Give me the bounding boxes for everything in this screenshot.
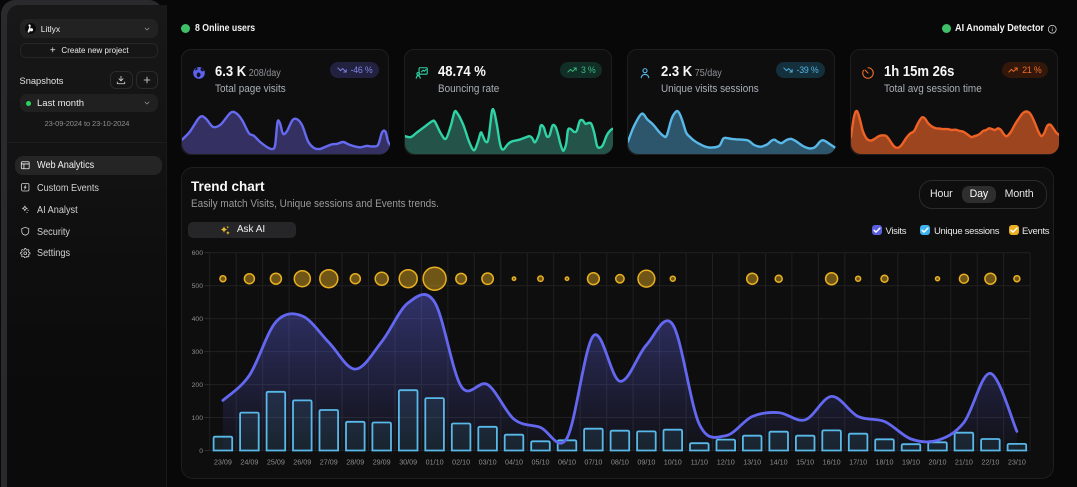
svg-text:24/09: 24/09 (240, 458, 258, 467)
svg-text:0: 0 (199, 448, 203, 455)
svg-text:08/10: 08/10 (611, 458, 629, 467)
svg-text:10/10: 10/10 (664, 458, 682, 467)
svg-text:03/10: 03/10 (479, 458, 497, 467)
svg-text:19/10: 19/10 (902, 458, 920, 467)
svg-text:17/10: 17/10 (849, 458, 867, 467)
svg-text:06/10: 06/10 (558, 458, 576, 467)
svg-text:200: 200 (192, 382, 204, 389)
svg-text:22/10: 22/10 (981, 458, 999, 467)
svg-text:26/09: 26/09 (293, 458, 311, 467)
svg-text:14/10: 14/10 (770, 458, 788, 467)
svg-text:400: 400 (192, 316, 204, 323)
svg-text:04/10: 04/10 (505, 458, 523, 467)
svg-text:20/10: 20/10 (929, 458, 947, 467)
svg-text:11/10: 11/10 (691, 458, 708, 467)
svg-text:300: 300 (192, 349, 204, 356)
svg-text:05/10: 05/10 (532, 458, 550, 467)
svg-text:02/10: 02/10 (452, 458, 470, 467)
svg-text:23/09: 23/09 (214, 458, 232, 467)
svg-text:28/09: 28/09 (346, 458, 364, 467)
svg-text:600: 600 (192, 250, 204, 257)
svg-text:500: 500 (192, 283, 204, 290)
svg-text:100: 100 (192, 415, 204, 422)
svg-text:09/10: 09/10 (637, 458, 655, 467)
svg-text:18/10: 18/10 (876, 458, 894, 467)
svg-text:23/10: 23/10 (1008, 458, 1026, 467)
svg-text:29/09: 29/09 (373, 458, 391, 467)
svg-text:07/10: 07/10 (584, 458, 602, 467)
svg-text:16/10: 16/10 (823, 458, 841, 467)
svg-text:30/09: 30/09 (399, 458, 417, 467)
svg-text:01/10: 01/10 (426, 458, 444, 467)
svg-text:21/10: 21/10 (955, 458, 973, 467)
svg-text:12/10: 12/10 (717, 458, 735, 467)
svg-text:25/09: 25/09 (267, 458, 285, 467)
svg-text:27/09: 27/09 (320, 458, 338, 467)
svg-text:13/10: 13/10 (743, 458, 761, 467)
svg-text:15/10: 15/10 (796, 458, 814, 467)
